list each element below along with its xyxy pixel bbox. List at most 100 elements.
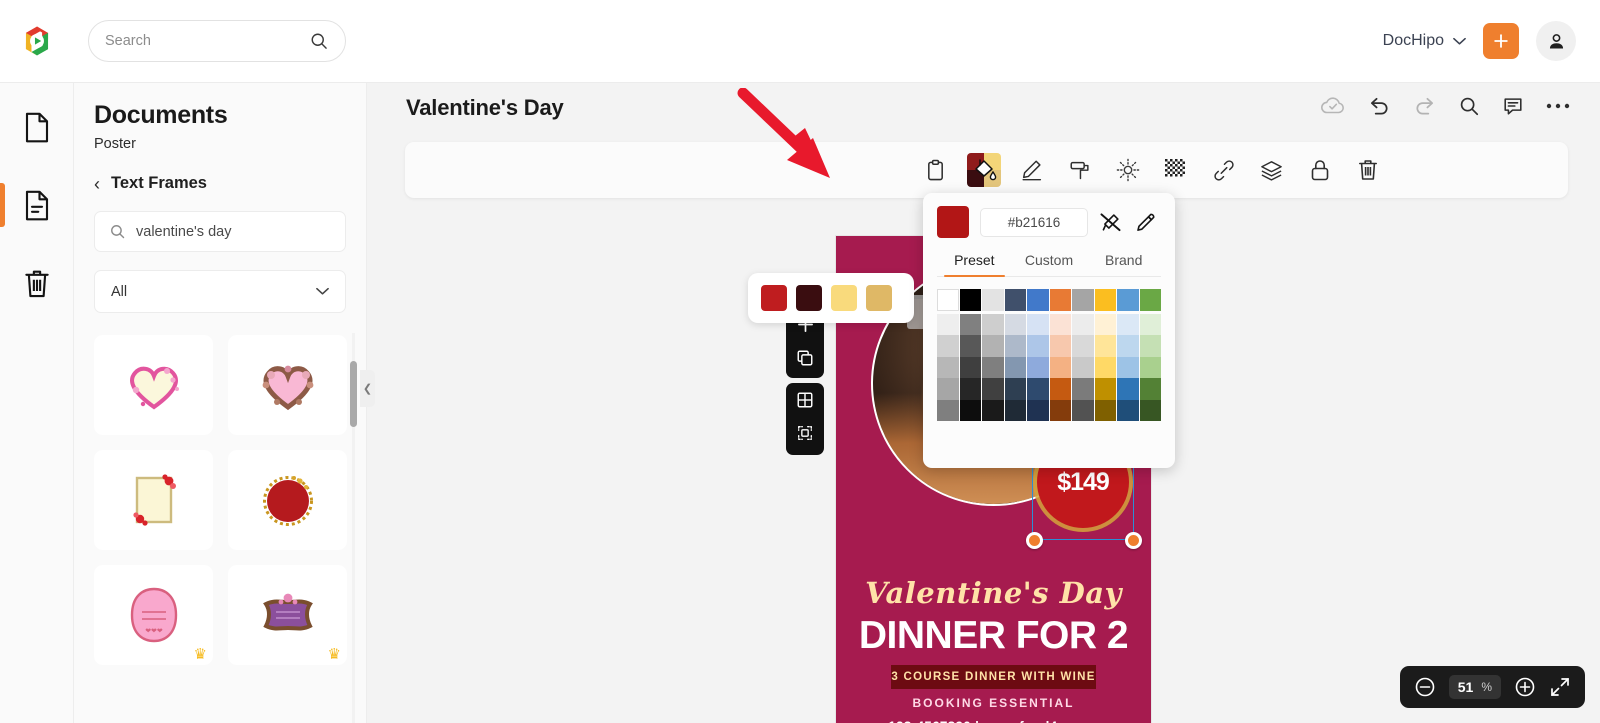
preset-shade-swatch-4-4[interactable] [1004,378,1026,400]
search-input[interactable] [136,223,331,240]
preset-shade-swatch-2-3[interactable] [959,356,981,378]
eyedropper-icon[interactable] [1133,212,1156,233]
preset-shade-swatch-5-3[interactable] [1027,356,1049,378]
texture-icon[interactable] [1156,150,1196,190]
preset-shade-swatch-10-2[interactable] [1139,335,1161,357]
selection-handle-left[interactable] [1026,532,1043,549]
panel-scrollbar[interactable] [350,333,357,723]
preset-shade-swatch-10-4[interactable] [1139,378,1161,400]
preset-shade-swatch-6-5[interactable] [1049,399,1071,421]
panel-search-box[interactable] [94,211,346,252]
preset-base-swatch-5[interactable] [1027,289,1049,311]
panel-collapse-toggle[interactable]: ❮ [360,370,375,407]
preset-base-swatch-4[interactable] [1004,289,1026,311]
preset-shade-swatch-5-4[interactable] [1027,378,1049,400]
preset-shade-swatch-1-1[interactable] [937,313,959,335]
preset-shade-swatch-7-4[interactable] [1072,378,1094,400]
preset-base-swatch-7[interactable] [1072,289,1094,311]
preset-shade-swatch-2-5[interactable] [959,399,981,421]
preset-shade-swatch-7-1[interactable] [1072,313,1094,335]
recent-color-swatch-2[interactable] [796,285,822,311]
preset-base-swatch-6[interactable] [1049,289,1071,311]
preset-shade-swatch-2-1[interactable] [959,313,981,335]
brand-selector[interactable]: DocHipo [1383,32,1466,50]
no-color-icon[interactable] [1099,212,1122,233]
recent-color-swatch-1[interactable] [761,285,787,311]
sidebar-item-documents[interactable] [0,179,74,231]
preset-shade-swatch-6-4[interactable] [1049,378,1071,400]
preset-shade-swatch-5-5[interactable] [1027,399,1049,421]
category-filter-select[interactable]: All [94,270,346,313]
preset-shade-swatch-6-3[interactable] [1049,356,1071,378]
preset-shade-swatch-7-2[interactable] [1072,335,1094,357]
zoom-value-field[interactable]: 51 % [1448,675,1501,699]
sidebar-item-trash[interactable] [0,257,74,309]
preset-base-swatch-9[interactable] [1117,289,1139,311]
search-icon[interactable] [309,31,329,51]
preset-shade-swatch-6-1[interactable] [1049,313,1071,335]
more-options-icon[interactable] [1546,102,1570,110]
preset-shade-swatch-9-2[interactable] [1117,335,1139,357]
hex-color-input[interactable] [980,207,1088,237]
poster-script-text[interactable]: Valentine's Day [836,576,1151,610]
clipboard-icon[interactable] [916,150,956,190]
current-color-preview[interactable] [937,206,969,238]
preset-shade-swatch-4-5[interactable] [1004,399,1026,421]
app-logo[interactable] [0,24,74,58]
preset-shade-swatch-8-1[interactable] [1094,313,1116,335]
thumb-purple-badge[interactable]: ♛ [228,565,347,665]
preset-shade-swatch-9-1[interactable] [1117,313,1139,335]
preset-shade-swatch-9-4[interactable] [1117,378,1139,400]
thumb-pink-badge[interactable]: ❤❤❤ ♛ [94,565,213,665]
grid-icon[interactable] [786,383,824,416]
undo-icon[interactable] [1368,96,1391,116]
preset-base-swatch-3[interactable] [982,289,1004,311]
poster-band[interactable]: 3 COURSE DINNER WITH WINE [891,665,1096,689]
preset-shade-swatch-3-2[interactable] [982,335,1004,357]
pen-edit-icon[interactable] [1012,150,1052,190]
create-new-button[interactable] [1483,23,1519,59]
sidebar-item-pages[interactable] [0,101,74,153]
zoom-in-icon[interactable] [1514,676,1536,698]
preset-base-swatch-10[interactable] [1139,289,1161,311]
user-account-button[interactable] [1536,21,1576,61]
preset-shade-swatch-8-5[interactable] [1094,399,1116,421]
recent-color-swatch-4[interactable] [866,285,892,311]
tab-preset[interactable]: Preset [937,252,1012,277]
poster-headline[interactable]: DINNER FOR 2 [836,614,1151,658]
preset-base-swatch-2[interactable] [959,289,981,311]
duplicate-icon[interactable] [786,341,824,374]
poster-contact[interactable]: 123-4567890 | www.food4u.com [836,719,1151,723]
preset-shade-swatch-8-3[interactable] [1094,356,1116,378]
preset-base-swatch-8[interactable] [1094,289,1116,311]
preset-shade-swatch-7-3[interactable] [1072,356,1094,378]
thumb-heart-outline[interactable] [94,335,213,435]
poster-subline[interactable]: BOOKING ESSENTIAL [836,696,1151,710]
preset-shade-swatch-9-3[interactable] [1117,356,1139,378]
tab-brand[interactable]: Brand [1086,252,1161,276]
cloud-saved-icon[interactable] [1320,96,1346,116]
preset-base-swatch-1[interactable] [937,289,959,311]
delete-icon[interactable] [1348,150,1388,190]
zoom-out-icon[interactable] [1414,676,1436,698]
preset-shade-swatch-8-4[interactable] [1094,378,1116,400]
preset-shade-swatch-10-1[interactable] [1139,313,1161,335]
preset-shade-swatch-4-1[interactable] [1004,313,1026,335]
recent-color-swatch-3[interactable] [831,285,857,311]
preset-shade-swatch-4-2[interactable] [1004,335,1026,357]
preset-shade-swatch-1-3[interactable] [937,356,959,378]
tab-custom[interactable]: Custom [1012,252,1087,276]
brightness-icon[interactable] [1108,150,1148,190]
scrollbar-thumb[interactable] [350,361,357,427]
preset-shade-swatch-2-2[interactable] [959,335,981,357]
thumb-floral-heart[interactable] [228,335,347,435]
preset-shade-swatch-5-2[interactable] [1027,335,1049,357]
thumb-note-frame[interactable] [94,450,213,550]
search-icon[interactable] [1458,95,1480,117]
preset-shade-swatch-8-2[interactable] [1094,335,1116,357]
preset-shade-swatch-3-5[interactable] [982,399,1004,421]
preset-shade-swatch-10-5[interactable] [1139,399,1161,421]
link-icon[interactable] [1204,150,1244,190]
selection-handle-right[interactable] [1125,532,1142,549]
preset-shade-swatch-9-5[interactable] [1117,399,1139,421]
